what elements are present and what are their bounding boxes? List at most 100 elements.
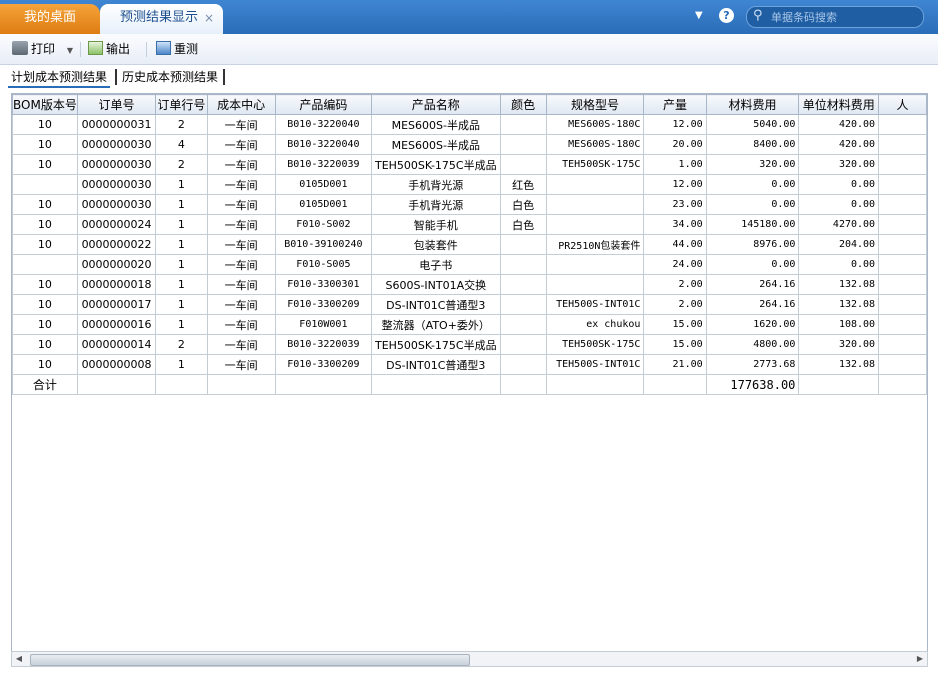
table-cell[interactable] — [499, 234, 547, 255]
table-cell[interactable] — [545, 254, 645, 275]
table-cell[interactable] — [12, 174, 78, 195]
table-cell[interactable]: TEH500SK-175C半成品 — [370, 154, 501, 175]
tab-forecast-results[interactable]: 预测结果显示 × — [100, 4, 223, 34]
export-button[interactable]: 输出 — [88, 40, 130, 58]
table-cell[interactable]: 132.08 — [798, 274, 880, 295]
table-cell[interactable]: 10 — [12, 194, 78, 215]
table-cell[interactable]: 10 — [12, 134, 78, 155]
col-header[interactable]: 订单行号 — [155, 94, 208, 115]
table-cell[interactable]: 1 — [155, 194, 208, 215]
table-cell[interactable]: 0.00 — [705, 254, 800, 275]
table-cell[interactable]: 420.00 — [798, 134, 880, 155]
table-cell[interactable]: TEH500S-INT01C — [545, 354, 645, 375]
table-row[interactable]: 10 0000000018 1 一车间 F010-3300301 S600S-INT01A… — [12, 274, 927, 295]
table-cell[interactable]: S600S-INT01A交换 — [370, 274, 501, 295]
table-cell[interactable]: 34.00 — [643, 214, 707, 235]
table-cell[interactable]: 264.16 — [705, 274, 800, 295]
table-cell[interactable]: 2.00 — [643, 294, 707, 315]
table-cell[interactable]: F010-3300209 — [274, 354, 372, 375]
table-row[interactable]: 10 0000000022 1 一车间 B010-39100240 包装套件 PR2510N… — [12, 234, 927, 255]
table-cell[interactable]: 手机背光源 — [370, 194, 501, 215]
table-cell[interactable]: 白色 — [499, 214, 547, 235]
table-cell[interactable]: 1 — [155, 274, 208, 295]
table-cell[interactable]: 一车间 — [206, 294, 276, 315]
table-cell[interactable]: MES600S-半成品 — [370, 134, 501, 155]
col-header[interactable]: 规格型号 — [545, 94, 645, 115]
table-cell[interactable] — [370, 374, 501, 395]
table-cell[interactable]: 0000000020 — [76, 254, 157, 275]
table-cell[interactable]: 10 — [12, 274, 78, 295]
table-cell[interactable] — [499, 374, 547, 395]
barcode-search-box[interactable]: ⚲ — [746, 6, 924, 28]
table-cell[interactable]: 0000000024 — [76, 214, 157, 235]
table-cell[interactable]: PR2510N包装套件 — [545, 234, 645, 255]
table-cell[interactable]: 4 — [155, 134, 208, 155]
table-row[interactable]: 10 0000000030 2 一车间 B010-3220039 TEH500SK-175… — [12, 154, 927, 175]
table-cell[interactable] — [545, 274, 645, 295]
reset-button[interactable]: 重测 — [156, 40, 198, 58]
table-cell[interactable]: 一车间 — [206, 274, 276, 295]
table-row[interactable]: 10 0000000008 1 一车间 F010-3300209 DS-INT01C普通型… — [12, 354, 927, 375]
table-cell[interactable] — [878, 114, 927, 135]
table-cell[interactable] — [878, 334, 927, 355]
table-cell[interactable]: 5040.00 — [705, 114, 800, 135]
table-cell[interactable] — [12, 254, 78, 275]
col-header[interactable]: 单位材料费用 — [798, 94, 880, 115]
table-cell[interactable] — [878, 314, 927, 335]
table-cell[interactable]: 21.00 — [643, 354, 707, 375]
col-header[interactable]: 订单号 — [76, 94, 157, 115]
table-cell[interactable] — [155, 374, 208, 395]
tab-my-desktop[interactable]: 我的桌面 — [0, 4, 100, 34]
table-cell[interactable]: 0.00 — [798, 194, 880, 215]
table-cell[interactable]: DS-INT01C普通型3 — [370, 294, 501, 315]
table-cell[interactable] — [878, 354, 927, 375]
table-cell[interactable]: 2 — [155, 114, 208, 135]
table-cell[interactable] — [206, 374, 276, 395]
table-cell[interactable]: 1 — [155, 214, 208, 235]
table-cell[interactable]: 一车间 — [206, 194, 276, 215]
table-cell[interactable]: 1 — [155, 254, 208, 275]
table-cell[interactable] — [76, 374, 157, 395]
table-row[interactable]: 10 0000000017 1 一车间 F010-3300209 DS-INT01C普通型… — [12, 294, 927, 315]
table-cell[interactable]: 0000000030 — [76, 194, 157, 215]
table-row[interactable]: 10 0000000024 1 一车间 F010-S002 智能手机 白色 34.00 1451… — [12, 214, 927, 235]
table-cell[interactable]: TEH500SK-175C — [545, 154, 645, 175]
table-cell[interactable] — [499, 294, 547, 315]
table-cell[interactable]: DS-INT01C普通型3 — [370, 354, 501, 375]
table-cell[interactable]: 一车间 — [206, 214, 276, 235]
table-cell[interactable]: 0.00 — [705, 194, 800, 215]
table-cell[interactable]: 0000000014 — [76, 334, 157, 355]
table-cell[interactable]: 2 — [155, 154, 208, 175]
table-cell[interactable]: 420.00 — [798, 114, 880, 135]
table-cell[interactable]: 320.00 — [798, 154, 880, 175]
table-cell[interactable]: MES600S-半成品 — [370, 114, 501, 135]
table-cell[interactable]: 15.00 — [643, 314, 707, 335]
table-cell[interactable]: 包装套件 — [370, 234, 501, 255]
table-cell[interactable]: 一车间 — [206, 254, 276, 275]
table-cell[interactable]: 20.00 — [643, 134, 707, 155]
table-cell[interactable] — [878, 174, 927, 195]
table-cell[interactable]: MES600S-180C — [545, 134, 645, 155]
table-cell[interactable]: 10 — [12, 354, 78, 375]
table-cell[interactable] — [499, 134, 547, 155]
table-cell[interactable]: 一车间 — [206, 314, 276, 335]
total-material-cost[interactable]: 177638.00 — [705, 374, 800, 395]
table-cell[interactable]: 2 — [155, 334, 208, 355]
table-cell[interactable]: 1 — [155, 354, 208, 375]
table-cell[interactable] — [643, 374, 707, 395]
table-cell[interactable]: 320.00 — [798, 334, 880, 355]
table-cell[interactable]: TEH500S-INT01C — [545, 294, 645, 315]
total-label[interactable]: 合计 — [12, 374, 78, 395]
table-cell[interactable]: 0000000018 — [76, 274, 157, 295]
table-cell[interactable] — [499, 254, 547, 275]
table-cell[interactable] — [499, 354, 547, 375]
table-cell[interactable]: 一车间 — [206, 354, 276, 375]
table-cell[interactable]: 一车间 — [206, 134, 276, 155]
table-row[interactable]: 0000000030 1 一车间 0105D001 手机背光源 红色 12.00 0.00 0.… — [12, 174, 927, 195]
table-cell[interactable]: ex chukou — [545, 314, 645, 335]
search-input[interactable] — [769, 8, 921, 27]
table-row[interactable]: 10 0000000031 2 一车间 B010-3220040 MES600S-半成品 M… — [12, 114, 927, 135]
table-cell[interactable]: F010-S005 — [274, 254, 372, 275]
table-cell[interactable]: 2773.68 — [705, 354, 800, 375]
table-cell[interactable]: 4270.00 — [798, 214, 880, 235]
